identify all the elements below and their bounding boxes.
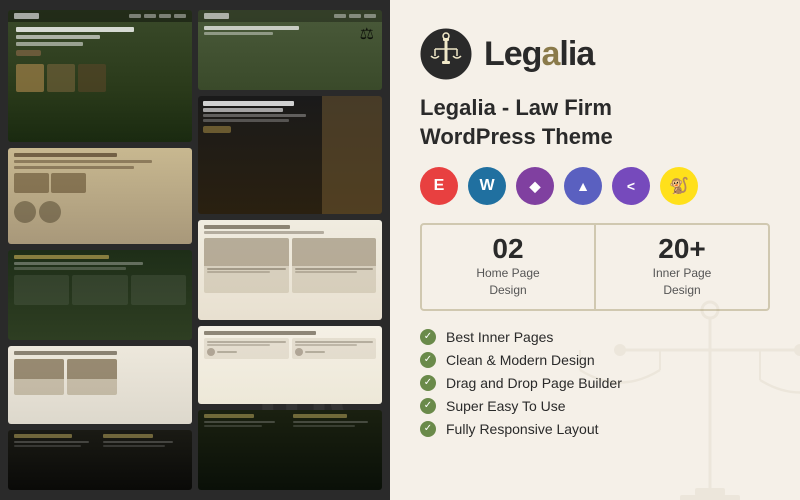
logo-icon [420,28,472,80]
check-icon-3: ✓ [420,375,436,391]
preview-block-r1: ⚖ [198,10,382,90]
preview-col-right: ⚖ [198,10,382,490]
mini-nav [129,14,186,18]
preview-block-r4 [198,326,382,404]
preview-block-4 [8,346,192,424]
preview-block-1 [8,10,192,142]
preview-block-r3 [198,220,382,320]
tech-icons-row: E W ◆ ▲ < 🐒 [420,167,770,205]
elementor-icon: E [420,167,458,205]
mini-logo [14,13,39,19]
preview-col-left [8,10,192,490]
logo-area: Legalia [420,28,770,80]
product-info-panel: Legalia Legalia - Law Firm WordPress The… [390,0,800,500]
preview-block-r5 [198,410,382,490]
check-icon-1: ✓ [420,329,436,345]
theme-title: Legalia - Law Firm WordPress Theme [420,94,770,151]
preview-panel: the [0,0,390,500]
mini-nav-2 [334,14,376,18]
preview-block-r2 [198,96,382,214]
preview-block-2 [8,148,192,244]
check-icon-5: ✓ [420,421,436,437]
check-icon-2: ✓ [420,352,436,368]
logo-text: Legalia [484,35,594,74]
wordpress-icon: W [468,167,506,205]
mailchimp-icon: 🐒 [660,167,698,205]
mini-logo-2 [204,13,229,19]
check-icon-4: ✓ [420,398,436,414]
redux-icon: < [612,167,650,205]
preview-block-5 [8,430,192,490]
bootstrap-icon: ▲ [564,167,602,205]
preview-block-3 [8,250,192,340]
sass-icon: ◆ [516,167,554,205]
preview-columns: ⚖ [0,0,390,500]
scales-background-icon [510,210,800,500]
